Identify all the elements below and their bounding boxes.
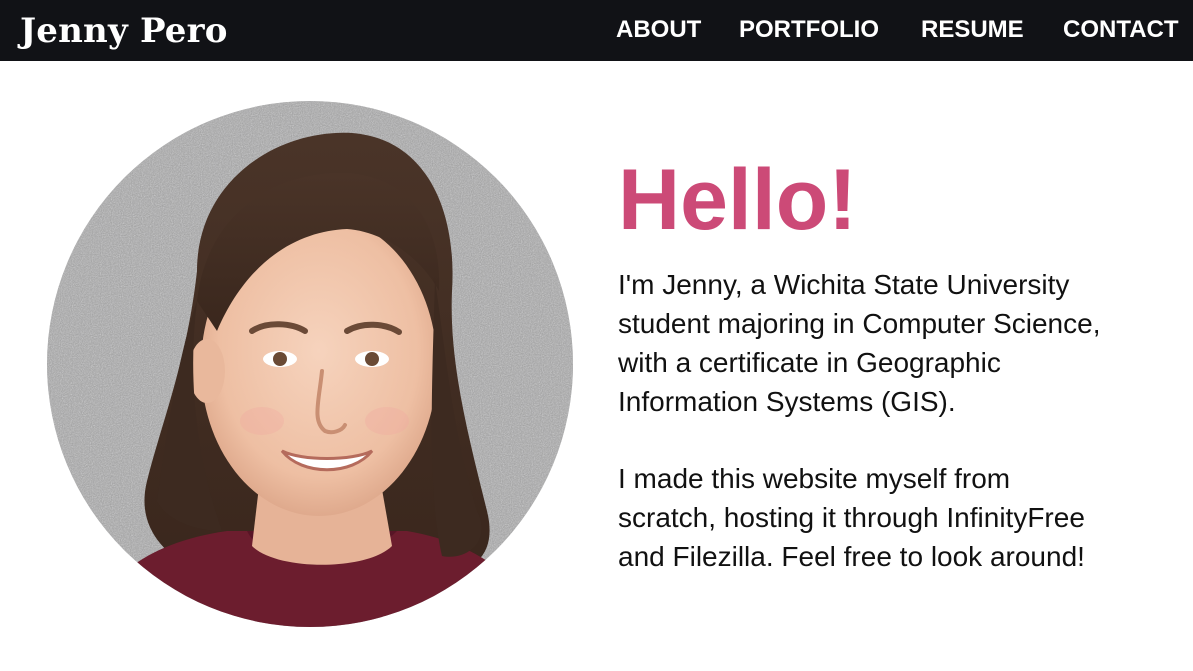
website-paragraph: I made this website myself from scratch,…	[618, 463, 1085, 572]
greeting-heading: Hello!	[618, 152, 857, 248]
site-brand-link[interactable]: Jenny Pero	[20, 8, 228, 54]
nav-link-contact[interactable]: CONTACT	[1063, 15, 1179, 45]
navbar: Jenny Pero ABOUT PORTFOLIO RESUME CONTAC…	[0, 0, 1193, 61]
nav-link-about[interactable]: ABOUT	[616, 15, 701, 45]
profile-photo	[47, 101, 573, 627]
nav-link-portfolio[interactable]: PORTFOLIO	[739, 15, 879, 45]
intro-paragraph: I'm Jenny, a Wichita State University st…	[618, 269, 1101, 417]
nav-link-resume[interactable]: RESUME	[921, 15, 1024, 45]
